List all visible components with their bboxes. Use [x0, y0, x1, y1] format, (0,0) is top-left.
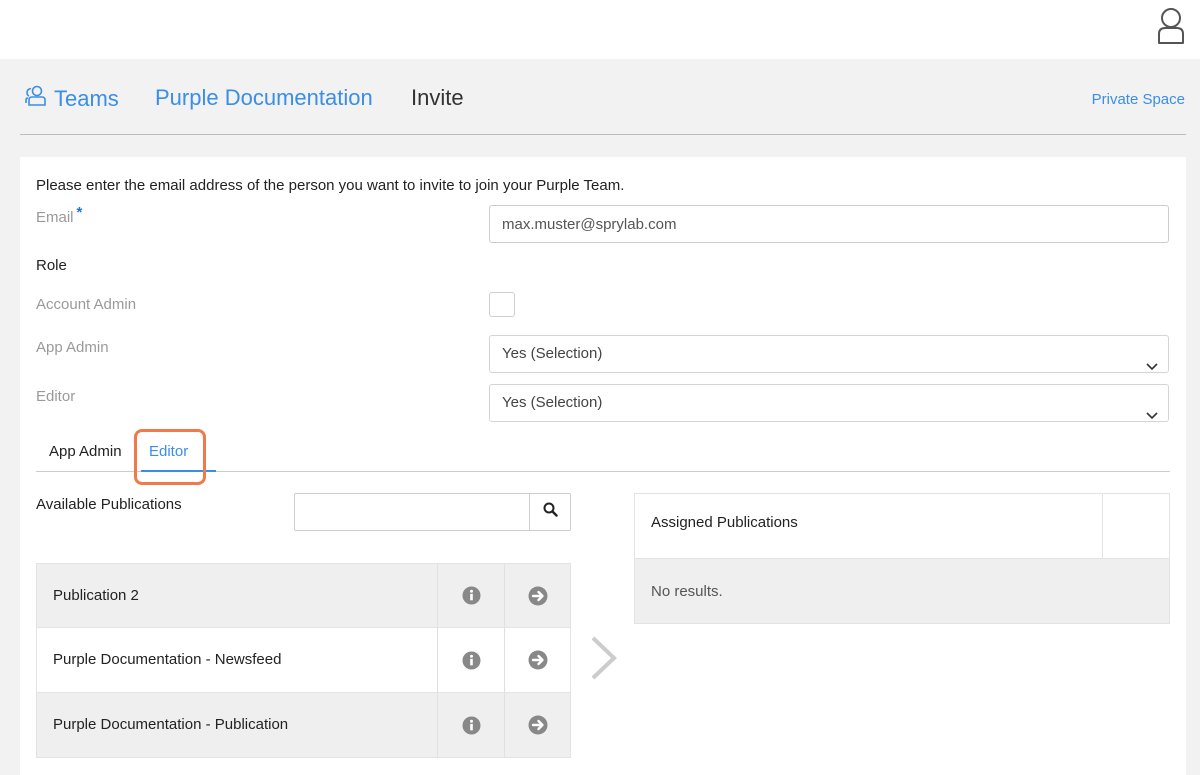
info-icon[interactable] [437, 564, 504, 627]
publication-name: Purple Documentation - Newsfeed [53, 651, 282, 668]
search-input[interactable] [295, 494, 529, 530]
editor-select-value: Yes (Selection) [502, 394, 603, 411]
arrow-right-circle-icon[interactable] [504, 564, 571, 627]
tab-editor[interactable]: Editor [149, 443, 188, 460]
list-item: Publication 2 [36, 563, 571, 628]
search-icon [543, 502, 558, 522]
assigned-publications-header: Assigned Publications [634, 493, 1170, 559]
chevron-down-icon [1146, 398, 1158, 434]
private-space-link[interactable]: Private Space [1092, 91, 1185, 108]
active-tab-indicator [141, 470, 216, 472]
list-item: Purple Documentation - Newsfeed [36, 628, 571, 693]
app-admin-label: App Admin [36, 339, 109, 356]
app-admin-select[interactable]: Yes (Selection) [489, 335, 1169, 373]
account-admin-label: Account Admin [36, 296, 137, 313]
available-publications-heading: Available Publications [36, 496, 182, 513]
arrow-right-circle-icon[interactable] [504, 628, 571, 692]
breadcrumb-teams-label: Teams [54, 86, 119, 111]
assigned-publications-table: Assigned Publications No results. [634, 493, 1170, 624]
top-bar [0, 0, 1200, 59]
column-divider [1102, 494, 1103, 558]
assigned-publications-heading: Assigned Publications [651, 514, 798, 531]
role-heading: Role [36, 257, 67, 274]
editor-select[interactable]: Yes (Selection) [489, 384, 1169, 422]
invite-panel: Please enter the email address of the pe… [20, 157, 1186, 775]
available-publications-list: Publication 2 Purple Documentation - New… [36, 563, 571, 758]
breadcrumb-teams-link[interactable]: Teams [24, 85, 119, 113]
breadcrumb: Teams Purple Documentation Invite Privat… [0, 59, 1200, 135]
list-item: Purple Documentation - Publication [36, 693, 571, 758]
editor-label: Editor [36, 388, 76, 405]
email-label-text: Email [36, 209, 74, 226]
app-admin-select-value: Yes (Selection) [502, 345, 603, 362]
breadcrumb-documentation-link[interactable]: Purple Documentation [155, 85, 373, 111]
required-mark: * [76, 204, 83, 221]
search-button[interactable] [529, 494, 570, 530]
tab-app-admin[interactable]: App Admin [49, 443, 122, 460]
publication-name: Purple Documentation - Publication [53, 716, 289, 733]
empty-state: No results. [634, 559, 1170, 624]
role-tabs: App Admin Editor [36, 431, 1170, 472]
empty-state-text: No results. [651, 583, 723, 600]
publication-name: Publication 2 [53, 587, 139, 604]
breadcrumb-current: Invite [411, 85, 464, 110]
publication-search [294, 493, 571, 531]
info-icon[interactable] [437, 693, 504, 757]
arrow-right-circle-icon[interactable] [504, 693, 571, 757]
user-icon[interactable] [1154, 6, 1188, 46]
email-label: Email * [36, 204, 82, 226]
breadcrumb-divider [20, 134, 1186, 135]
chevron-down-icon [1146, 349, 1158, 385]
chevron-right-icon [589, 635, 619, 686]
account-admin-checkbox[interactable] [489, 292, 515, 317]
team-icon [24, 85, 48, 113]
email-field[interactable] [489, 205, 1169, 243]
intro-text: Please enter the email address of the pe… [36, 177, 625, 194]
info-icon[interactable] [437, 628, 504, 692]
